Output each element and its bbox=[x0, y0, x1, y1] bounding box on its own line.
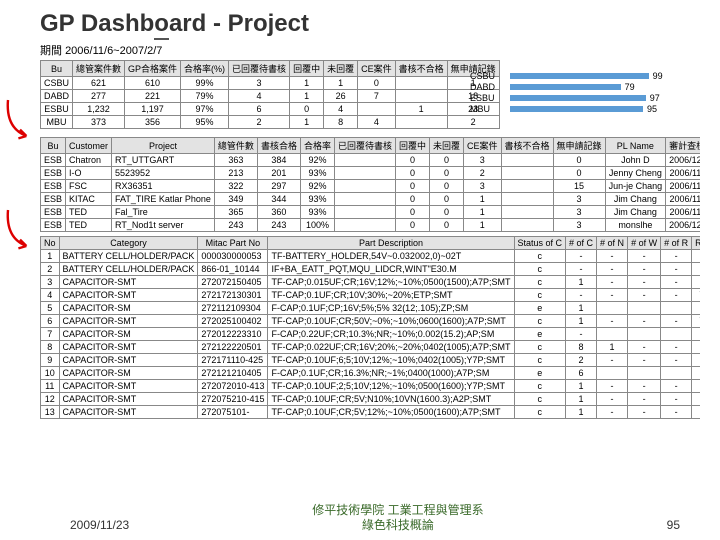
column-header: Category bbox=[59, 237, 198, 250]
column-header: 審計查核日 bbox=[666, 138, 700, 154]
column-header: 書核不合格 bbox=[395, 61, 447, 77]
table-row: 10CAPACITOR-SM272121210405F-CAP;0.1UF;CR… bbox=[41, 367, 701, 380]
column-header: Bu bbox=[41, 61, 73, 77]
column-header: Part Description bbox=[268, 237, 514, 250]
footer-page-number: 95 bbox=[667, 518, 680, 532]
column-header: # of W bbox=[628, 237, 661, 250]
table-row: ESBTEDFal_Tire36536093%0013Jim Chang2006… bbox=[41, 206, 701, 219]
table-row: 9CAPACITOR-SMT272171110-425TF-CAP;0.10UF… bbox=[41, 354, 701, 367]
column-header: GP合格案件 bbox=[125, 61, 181, 77]
table-row: ESBU1,2321,19797%604123 bbox=[41, 103, 500, 116]
project-table: BuCustomerProject總管件數書核合格合格率已回覆待書核回覆中未回覆… bbox=[40, 137, 700, 232]
table-row: 7CAPACITOR-SM272012223310F-CAP;0.22UF;CR… bbox=[41, 328, 701, 341]
callout-arrow-2 bbox=[4, 205, 36, 255]
column-header: 合格率(%) bbox=[181, 61, 229, 77]
table-row: 13CAPACITOR-SMT272075101-TF-CAP;0.10UF;C… bbox=[41, 406, 701, 419]
column-header: 未回覆 bbox=[430, 138, 464, 154]
table-row: 3CAPACITOR-SMT272072150405TF-CAP;0.015UF… bbox=[41, 276, 701, 289]
footer-date: 2009/11/23 bbox=[70, 518, 129, 532]
table-row: ESBTEDRT_Nod1t server243243100%0013monsl… bbox=[41, 219, 701, 232]
table-row: 2BATTERY CELL/HOLDER/PACK866-01_10144IF+… bbox=[41, 263, 701, 276]
column-header: # of R bbox=[661, 237, 692, 250]
callout-arrow-1 bbox=[4, 95, 36, 145]
page-title: GP Dashboard - Project bbox=[40, 10, 720, 38]
column-header: 回覆中 bbox=[395, 138, 429, 154]
column-header: Bu bbox=[41, 138, 66, 154]
passrate-bar-chart: CSBU99DABD79ESBU97MBU95 bbox=[470, 70, 663, 115]
bar-row: MBU95 bbox=[470, 104, 663, 114]
bar-row: DABD79 bbox=[470, 82, 663, 92]
column-header: No bbox=[41, 237, 60, 250]
bar-row: CSBU99 bbox=[470, 71, 663, 81]
column-header: CE案件 bbox=[358, 61, 396, 77]
column-header: R F bbox=[692, 237, 700, 250]
slide-footer: 2009/11/23 修平技術學院 工業工程與管理系綠色科技概論 95 bbox=[0, 503, 720, 532]
column-header: 書核合格 bbox=[257, 138, 300, 154]
table-row: 6CAPACITOR-SMT272025100402TF-CAP;0.10UF;… bbox=[41, 315, 701, 328]
table-row: 4CAPACITOR-SMT272172130301TF-CAP;0.1UF;C… bbox=[41, 289, 701, 302]
footer-center: 修平技術學院 工業工程與管理系綠色科技概論 bbox=[129, 503, 666, 532]
column-header: 書核不合格 bbox=[501, 138, 553, 154]
column-header: Mitac Part No bbox=[198, 237, 268, 250]
column-header: PL Name bbox=[605, 138, 666, 154]
table-row: CSBU62161099%31101 bbox=[41, 77, 500, 90]
column-header: 合格率 bbox=[300, 138, 334, 154]
table-row: 8CAPACITOR-SMT272122220501TF-CAP;0.022UF… bbox=[41, 341, 701, 354]
column-header: 總管件數 bbox=[214, 138, 257, 154]
column-header: 回覆中 bbox=[290, 61, 324, 77]
column-header: 總管案件數 bbox=[73, 61, 125, 77]
table-row: ESBChatronRT_UTTGART36338492%0030John D2… bbox=[41, 154, 701, 167]
period-label: 期間 2006/11/6~2007/2/7 bbox=[40, 42, 720, 58]
column-header: CE案件 bbox=[464, 138, 502, 154]
column-header: # of N bbox=[597, 237, 628, 250]
table-row: 1BATTERY CELL/HOLDER/PACK000030000053TF-… bbox=[41, 250, 701, 263]
table-row: ESBI-O552395221320193%0020Jenny Cheng200… bbox=[41, 167, 701, 180]
column-header: # of C bbox=[566, 237, 597, 250]
column-header: 已回覆待書核 bbox=[334, 138, 395, 154]
table-row: ESBFSCRX3635132229792%00315Jun-je Chang2… bbox=[41, 180, 701, 193]
table-row: 12CAPACITOR-SMT272075210-415TF-CAP;0.10U… bbox=[41, 393, 701, 406]
column-header: Project bbox=[112, 138, 215, 154]
column-header: 無申請記錄 bbox=[553, 138, 605, 154]
parts-table: NoCategoryMitac Part NoPart DescriptionS… bbox=[40, 236, 700, 419]
column-header: 未回覆 bbox=[324, 61, 358, 77]
table-row: DABD27722179%4126718 bbox=[41, 90, 500, 103]
column-header: Status of C bbox=[514, 237, 566, 250]
table-row: MBU37335695%21842 bbox=[41, 116, 500, 129]
table-row: 11CAPACITOR-SMT272072010-413TF-CAP;0.10U… bbox=[41, 380, 701, 393]
bar-row: ESBU97 bbox=[470, 93, 663, 103]
table-row: ESBKITACFAT_TIRE Katlar Phone34934493%00… bbox=[41, 193, 701, 206]
column-header: Customer bbox=[66, 138, 112, 154]
table-row: 5CAPACITOR-SM272112109304F-CAP;0.1UF;CP;… bbox=[41, 302, 701, 315]
column-header: 已回覆待書核 bbox=[229, 61, 290, 77]
summary-table: Bu總管案件數GP合格案件合格率(%)已回覆待書核回覆中未回覆CE案件書核不合格… bbox=[40, 60, 500, 129]
